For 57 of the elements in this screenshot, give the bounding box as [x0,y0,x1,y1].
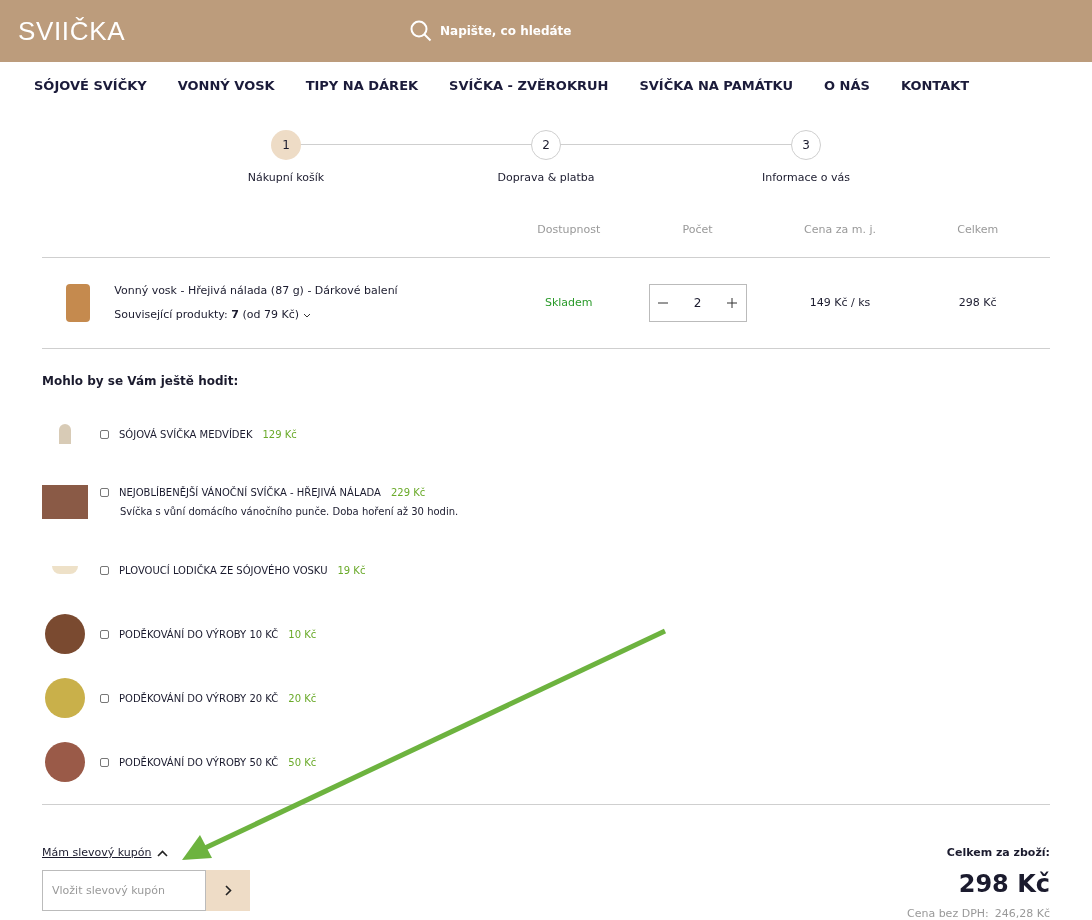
nav-link[interactable]: TIPY NA DÁREK [305,76,419,96]
availability-status: Skladem [544,295,593,309]
upsell-price: 129 Kč [262,427,297,442]
summary-label: Celkem za zboží: [946,845,1050,861]
column-header: Cena za m. j. [803,222,878,239]
checkbox[interactable] [100,488,109,497]
chevron-right-icon [224,884,232,896]
net-price-value: 246,28 Kč [994,905,1050,920]
step-label: Doprava & platba [497,170,595,186]
candle-photo [42,485,88,519]
nav-link[interactable]: SVÍČKA - ZVĚROKRUH [449,76,609,96]
candle-photo [59,424,71,444]
nav-link[interactable]: VONNÝ VOSK [177,76,275,96]
checkbox[interactable] [100,629,109,639]
upsell-product-name[interactable]: PODĚKOVÁNÍ DO VÝROBY 10 KČ [119,626,279,642]
product-photo [66,284,91,322]
column-header: Počet [681,222,714,239]
search-field[interactable]: Napište, co hledáte [440,22,640,40]
column-header: Celkem [956,222,1000,239]
nav-link[interactable]: O NÁS [824,76,870,96]
coupon-toggle-link[interactable]: Mám slevový kupón [42,845,152,862]
search-icon[interactable] [410,20,432,42]
product-name[interactable]: Vonný vosk - Hřejivá nálada (87 g) - Dárkové balení [114,282,518,299]
upsell-product-name[interactable]: PODĚKOVÁNÍ DO VÝROBY 50 KČ [119,754,279,770]
column-header: Dostupnost [536,222,602,239]
unit-price: 149 Kč / ks [809,295,871,309]
coupon-input[interactable]: Vložit slevový kupón [42,869,206,911]
checkbox[interactable] [100,429,109,439]
upsell-product-name[interactable]: NEJOBLÍBENĚJŠÍ VÁNOČNÍ SVÍČKA - HŘEJIVÁ NÁLADA [119,485,381,500]
checkbox[interactable] [100,693,109,703]
step-label: Nákupní košík [247,170,325,186]
chevron-up-icon[interactable] [157,849,169,857]
row-total: 298 Kč [958,295,997,309]
upsell-product-name[interactable]: PODĚKOVÁNÍ DO VÝROBY 20 KČ [119,690,279,706]
net-price-label: Cena bez DPH: [907,905,989,920]
related-products[interactable]: Související produkty: 7 (od 79 Kč) [114,307,299,324]
nav-link[interactable]: KONTAKT [900,76,970,96]
summary-total: 298 Kč [958,868,1050,900]
step-label: Informace o vás [761,170,851,186]
wax-boat-photo [52,566,78,574]
upsell-title: Mohlo by se Vám ještě hodit: [42,373,240,390]
upsell-price: 229 Kč [390,486,426,500]
checkbox[interactable] [100,565,109,575]
quantity-value: 2 [693,295,702,312]
upsell-price: 10 Kč [288,627,317,642]
plus-icon[interactable] [727,298,738,308]
upsell-product-name[interactable]: PLOVOUCÍ LODIČKA ZE SÓJOVÉHO VOSKU [119,562,328,578]
upsell-product-name[interactable]: SÓJOVÁ SVÍČKA MEDVÍDEK [119,426,253,442]
upsell-price: 20 Kč [288,691,317,706]
upsell-price: 50 Kč [288,755,317,770]
quantity-stepper[interactable]: 2 [648,284,747,322]
nav-link[interactable]: SVÍČKA NA PAMÁTKU [639,76,794,96]
chevron-down-icon[interactable] [303,312,311,318]
checkbox[interactable] [100,757,109,767]
nav-link[interactable]: SÓJOVÉ SVÍČKY [34,76,147,96]
upsell-description: Svíčka s vůní domácího vánočního punče. Doba hoření až 30 hodin. [120,505,459,519]
upsell-price: 19 Kč [337,563,366,578]
